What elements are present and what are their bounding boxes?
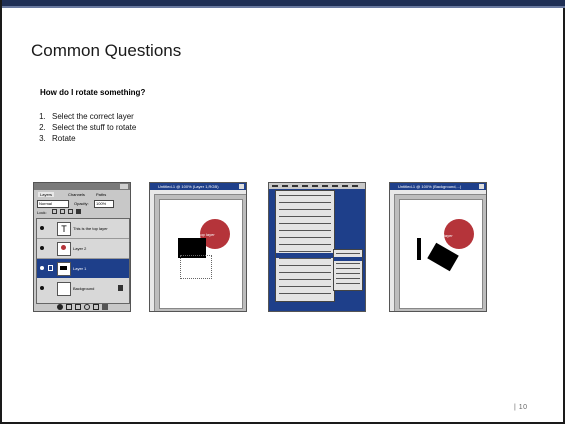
rectangle-remnant [417, 238, 421, 260]
opacity-label: Opacity: [74, 201, 89, 206]
eye-icon[interactable] [40, 246, 44, 250]
layer-name: Layer 2 [73, 246, 87, 251]
lock-transparency-icon[interactable] [52, 209, 57, 214]
menubar [269, 183, 365, 189]
menu-item-transform-highlighted[interactable] [276, 253, 334, 258]
lock-all-icon[interactable] [76, 209, 81, 214]
slide-title: Common Questions [31, 41, 182, 60]
layers-list: T This is the top layer Layer 2 Layer 1 [36, 218, 130, 304]
ruler-vertical [390, 194, 395, 311]
document-titlebar: Untitled-1 @ 100% (Layer 1,RGB) [150, 183, 246, 190]
document-title: Untitled-1 @ 100% (Layer 1,RGB) [158, 184, 219, 189]
slide: Common Questions How do I rotate somethi… [0, 0, 565, 424]
layer-row-selected[interactable]: Layer 1 [37, 259, 129, 278]
tab-layers[interactable]: Layers [38, 192, 55, 197]
transform-submenu[interactable] [333, 249, 363, 291]
blend-mode-select[interactable]: Normal [37, 200, 69, 208]
layer-name: This is the top layer [73, 226, 108, 231]
palette-bottom-toolbar [36, 303, 128, 311]
layer-thumbnail [57, 282, 71, 296]
submenu-item-rotate-highlighted[interactable] [334, 257, 362, 261]
edit-menu[interactable] [275, 190, 335, 302]
step-item: Select the stuff to rotate [48, 122, 136, 133]
canvas[interactable]: This is the top layer [159, 199, 243, 309]
layer-name: Layer 1 [73, 266, 87, 271]
tab-channels[interactable]: Channels [68, 192, 85, 197]
text-layer-icon: T [57, 222, 71, 236]
question-heading: How do I rotate something? [40, 88, 146, 97]
layer-row[interactable]: Background [37, 279, 129, 298]
layer-row[interactable]: T This is the top layer [37, 219, 129, 239]
adjustment-layer-icon[interactable] [83, 304, 90, 310]
blend-mode-value: Normal [39, 201, 52, 206]
new-set-icon[interactable] [74, 304, 81, 310]
palette-titlebar [34, 183, 130, 190]
canvas-before-screenshot: Untitled-1 @ 100% (Layer 1,RGB) This is … [149, 182, 247, 312]
document-titlebar: Untitled-1 @ 100% (Background,...) [390, 183, 486, 190]
document-title: Untitled-1 @ 100% (Background,...) [398, 184, 462, 189]
lock-icon [118, 285, 123, 291]
layer-thumbnail [57, 242, 71, 256]
lock-image-icon[interactable] [60, 209, 65, 214]
opacity-value: 100% [96, 201, 107, 206]
rect-thumbnail-icon [60, 266, 67, 270]
eye-icon[interactable] [40, 226, 44, 230]
brush-icon [48, 265, 53, 271]
edit-menu-screenshot [268, 182, 366, 312]
circle-thumbnail-icon [61, 245, 66, 250]
ruler-vertical [150, 194, 155, 311]
canvas-after-screenshot: Untitled-1 @ 100% (Background,...) This … [389, 182, 487, 312]
ruler-horizontal [150, 190, 246, 195]
ruler-horizontal [390, 190, 486, 195]
palette-tabs: Layers Channels Paths [36, 191, 130, 199]
steps-list: Select the correct layer Select the stuf… [28, 111, 136, 144]
close-icon[interactable] [120, 184, 128, 189]
menu-item-lines [279, 195, 331, 295]
lock-position-icon[interactable] [68, 209, 73, 214]
close-icon[interactable] [239, 184, 244, 189]
layer-name: Background [73, 286, 95, 291]
text-overlay: This is the top layer [418, 233, 453, 238]
close-icon[interactable] [479, 184, 484, 189]
mask-icon[interactable] [65, 304, 72, 310]
lock-label: Lock: [37, 210, 47, 215]
layer-row[interactable]: Layer 2 [37, 239, 129, 259]
selection-marquee [180, 255, 212, 279]
eye-icon[interactable] [40, 266, 44, 270]
opacity-field[interactable]: 100% [94, 200, 114, 208]
text-overlay: This is the top layer [180, 232, 215, 237]
trash-icon[interactable] [101, 304, 108, 310]
header-rule [2, 6, 565, 8]
tab-paths[interactable]: Paths [96, 192, 106, 197]
lock-icons [52, 209, 112, 215]
step-item: Rotate [48, 133, 136, 144]
new-layer-icon[interactable] [92, 304, 99, 310]
step-item: Select the correct layer [48, 111, 136, 122]
menu-labels [272, 185, 360, 187]
layer-style-icon[interactable] [56, 304, 63, 310]
layer-thumbnail [57, 262, 71, 276]
eye-icon[interactable] [40, 286, 44, 290]
canvas[interactable]: This is the top layer [399, 199, 483, 309]
page-number: | 10 [514, 404, 528, 411]
layers-panel-screenshot: Layers Channels Paths Normal Opacity: 10… [33, 182, 131, 312]
